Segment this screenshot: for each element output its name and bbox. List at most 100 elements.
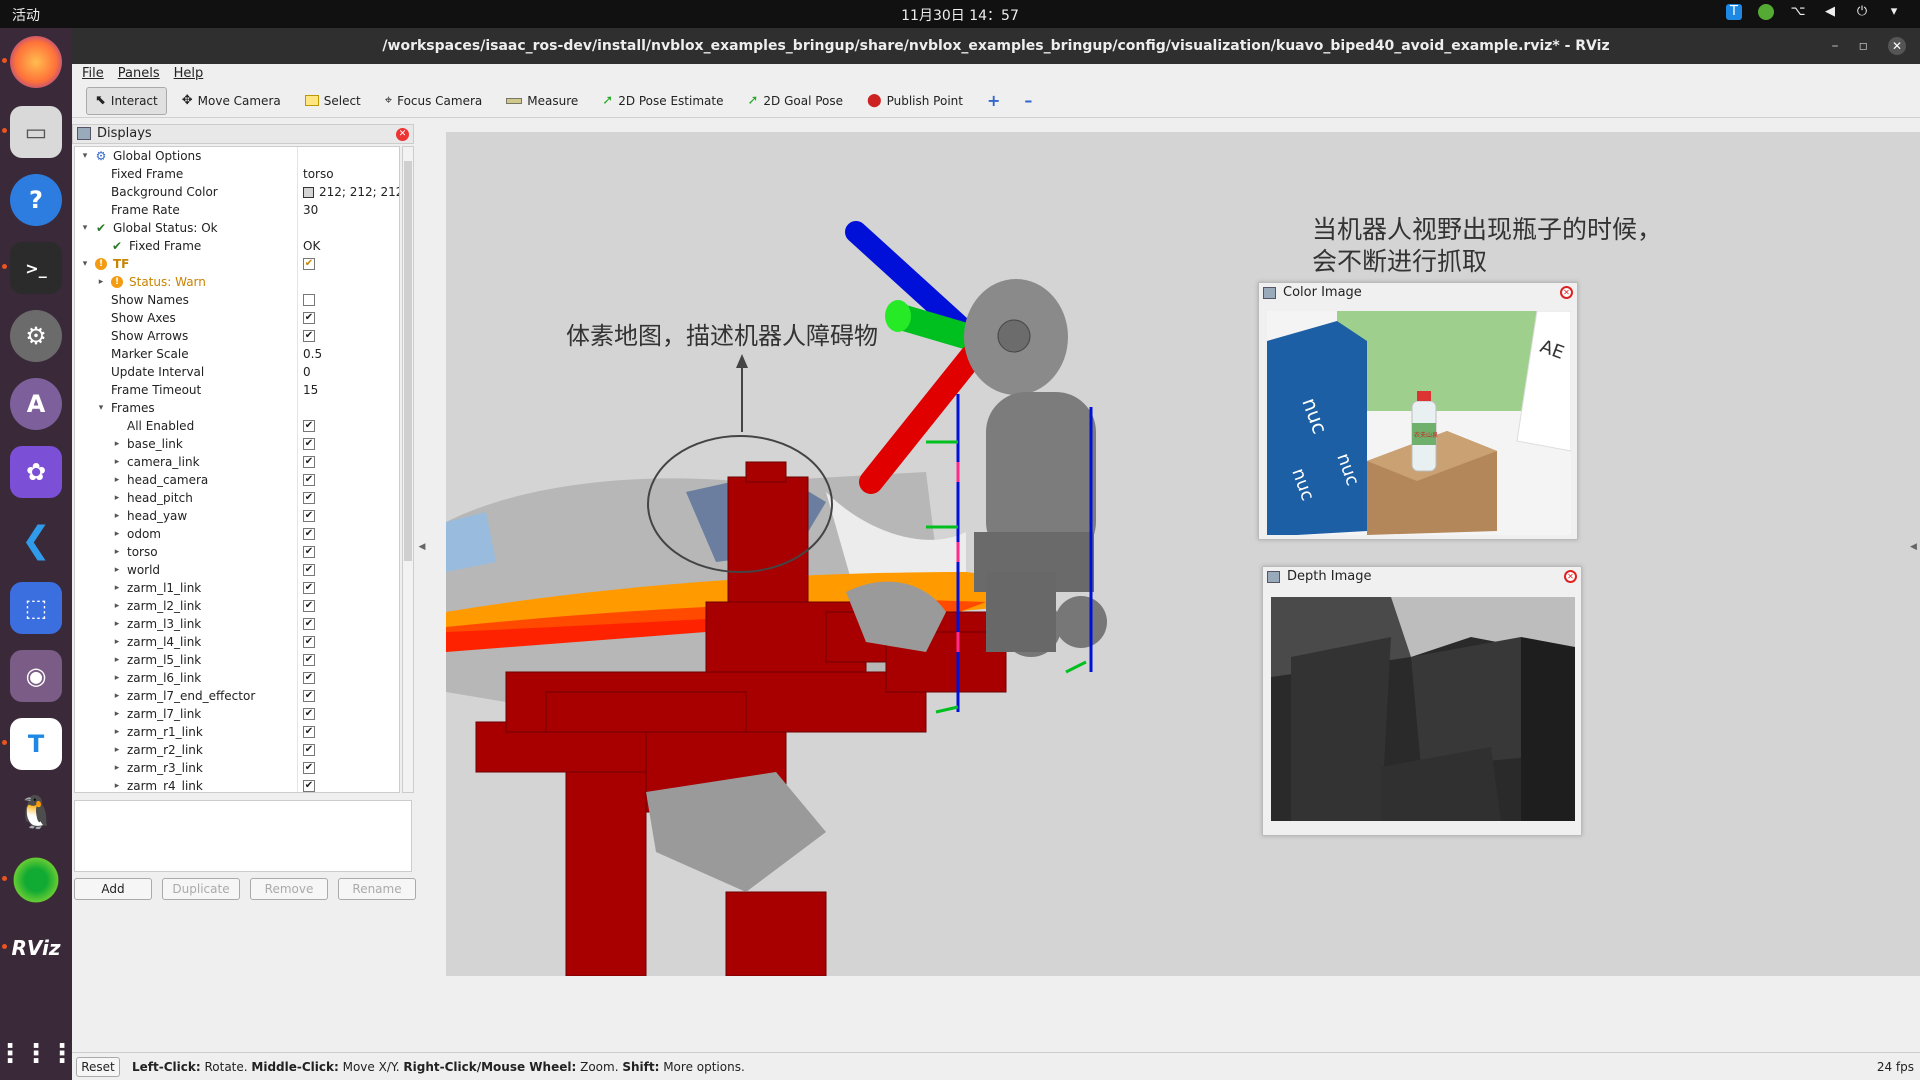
display-tree-row[interactable]: ▸ world ✔ [75, 561, 399, 579]
enable-checkbox[interactable]: ✔ [303, 780, 315, 792]
enable-checkbox[interactable]: ✔ [303, 600, 315, 612]
display-tree-row[interactable]: ✔ Fixed Frame OK [75, 237, 399, 255]
terminal-icon[interactable]: >_ [2, 242, 62, 294]
goal-pose-tool[interactable]: ➚ 2D Goal Pose [738, 87, 852, 115]
display-tree-row[interactable]: ▾ ⚙ Global Options [75, 147, 399, 165]
display-tree-row[interactable]: Fixed Frame torso [75, 165, 399, 183]
display-tree-row[interactable]: ▸ zarm_l4_link ✔ [75, 633, 399, 651]
expand-arrow-icon[interactable]: ▸ [111, 489, 123, 507]
display-tree-row[interactable]: ▸ zarm_l7_link ✔ [75, 705, 399, 723]
close-button[interactable]: ✕ [1888, 37, 1906, 55]
enable-checkbox[interactable]: ✔ [303, 420, 315, 432]
remove-button[interactable]: Remove [250, 878, 328, 900]
minimize-button[interactable]: – [1832, 28, 1839, 64]
display-tree-row[interactable]: ▸ head_pitch ✔ [75, 489, 399, 507]
enable-checkbox[interactable] [303, 294, 315, 306]
enable-checkbox[interactable]: ✔ [303, 312, 315, 324]
menu-file[interactable]: File [82, 64, 104, 84]
display-tree-row[interactable]: ▸ zarm_l7_end_effector ✔ [75, 687, 399, 705]
reset-button[interactable]: Reset [76, 1056, 120, 1077]
expand-arrow-icon[interactable]: ▸ [111, 741, 123, 759]
enable-checkbox[interactable]: ✔ [303, 726, 315, 738]
expand-arrow-icon[interactable]: ▸ [111, 759, 123, 777]
vscode-icon[interactable]: ❮ [10, 514, 62, 566]
rviz-icon[interactable]: RViz [2, 922, 62, 974]
enable-checkbox[interactable]: ✔ [303, 330, 315, 342]
display-tree-row[interactable]: Background Color 212; 212; 212 [75, 183, 399, 201]
close-panel-button[interactable]: ✕ [1564, 570, 1577, 583]
display-row-value[interactable]: 0.5 [303, 345, 322, 363]
scrollbar-thumb[interactable] [404, 161, 412, 561]
color-swatch[interactable] [303, 187, 314, 198]
sunlogin-tray-icon[interactable] [1758, 4, 1774, 20]
clock[interactable]: 11月30日 14：57 [0, 5, 1920, 25]
rename-button[interactable]: Rename [338, 878, 416, 900]
close-panel-button[interactable]: ✕ [1560, 286, 1573, 299]
enable-checkbox[interactable]: ✔ [303, 564, 315, 576]
3d-scene[interactable] [446, 132, 1920, 976]
enable-checkbox[interactable]: ✔ [303, 546, 315, 558]
duplicate-button[interactable]: Duplicate [162, 878, 240, 900]
screenshot-icon[interactable]: ⬚ [10, 582, 62, 634]
display-tree-row[interactable]: ▸ camera_link ✔ [75, 453, 399, 471]
display-tree-row[interactable]: ▸ zarm_l6_link ✔ [75, 669, 399, 687]
display-tree-row[interactable]: ▸ base_link ✔ [75, 435, 399, 453]
expand-arrow-icon[interactable]: ▸ [111, 687, 123, 705]
app-center-icon[interactable]: A [10, 378, 62, 430]
enable-checkbox[interactable]: ✔ [303, 690, 315, 702]
add-tool-button[interactable]: + [978, 87, 1009, 115]
expand-arrow-icon[interactable]: ▸ [111, 669, 123, 687]
color-image-panel[interactable]: Color Image ✕ nuc nuc nuc 农夫山泉 AE [1258, 282, 1578, 540]
focus-camera-tool[interactable]: ⌖ Focus Camera [376, 87, 492, 115]
enable-checkbox[interactable]: ✔ [303, 672, 315, 684]
display-tree-row[interactable]: Update Interval 0 [75, 363, 399, 381]
display-tree-row[interactable]: ▸ torso ✔ [75, 543, 399, 561]
todesk-tray-icon[interactable]: T [1726, 4, 1742, 20]
enable-checkbox[interactable]: ✔ [303, 582, 315, 594]
enable-checkbox[interactable]: ✔ [303, 762, 315, 774]
qq-icon[interactable]: 🐧 [10, 786, 62, 838]
sunlogin-icon[interactable] [2, 854, 62, 906]
menu-panels[interactable]: Panels [118, 64, 160, 84]
expand-arrow-icon[interactable]: ▸ [111, 705, 123, 723]
3d-viewport[interactable]: 体素地图，描述机器人障碍物 当机器人视野出现瓶子的时候， 会不断进行抓取 Col… [446, 132, 1920, 976]
display-row-value[interactable]: 212; 212; 212 [319, 183, 399, 201]
help-icon[interactable]: ? [10, 174, 62, 226]
maximize-button[interactable]: ▫ [1859, 28, 1869, 64]
display-tree-row[interactable]: ▾ ✔ Global Status: Ok [75, 219, 399, 237]
expand-arrow-icon[interactable]: ▸ [111, 561, 123, 579]
enable-checkbox[interactable]: ✔ [303, 636, 315, 648]
expand-arrow-icon[interactable]: ▸ [111, 651, 123, 669]
enable-checkbox[interactable]: ✔ [303, 492, 315, 504]
volume-icon[interactable]: ◀ [1822, 4, 1838, 20]
display-row-value[interactable]: 30 [303, 201, 318, 219]
enable-checkbox[interactable]: ✔ [303, 744, 315, 756]
expand-arrow-icon[interactable]: ▸ [111, 777, 123, 792]
expand-arrow-icon[interactable]: ▸ [111, 453, 123, 471]
expand-arrow-icon[interactable]: ▸ [111, 435, 123, 453]
expand-arrow-icon[interactable]: ▸ [111, 579, 123, 597]
display-tree-row[interactable]: Show Arrows ✔ [75, 327, 399, 345]
enable-checkbox[interactable]: ✔ [303, 618, 315, 630]
display-tree-row[interactable]: Frame Timeout 15 [75, 381, 399, 399]
display-row-value[interactable]: OK [303, 237, 320, 255]
display-row-value[interactable]: 0 [303, 363, 311, 381]
displays-tree[interactable]: ▾ ⚙ Global Options Fixed Frame torso Backgrou… [74, 146, 400, 793]
expand-arrow-icon[interactable]: ▸ [111, 633, 123, 651]
expand-arrow-icon[interactable]: ▸ [111, 597, 123, 615]
collapse-left-handle[interactable]: ◀ [414, 124, 430, 970]
measure-tool[interactable]: Measure [497, 87, 587, 115]
display-tree-row[interactable]: ▸ zarm_l3_link ✔ [75, 615, 399, 633]
firefox-icon[interactable] [2, 36, 62, 88]
video-recorder-icon[interactable]: ◉ [10, 650, 62, 702]
display-tree-row[interactable]: ▸ zarm_l1_link ✔ [75, 579, 399, 597]
power-icon[interactable]: ⏻ [1854, 4, 1870, 20]
expand-arrow-icon[interactable]: ▸ [111, 615, 123, 633]
enable-checkbox[interactable]: ✔ [303, 654, 315, 666]
enable-checkbox[interactable]: ✔ [303, 708, 315, 720]
move-camera-tool[interactable]: ✥ Move Camera [173, 87, 290, 115]
publish-point-tool[interactable]: ⬤ Publish Point [858, 87, 972, 115]
settings-icon[interactable]: ⚙ [10, 310, 62, 362]
display-row-value[interactable]: 15 [303, 381, 318, 399]
display-tree-row[interactable]: ▸ zarm_r3_link ✔ [75, 759, 399, 777]
